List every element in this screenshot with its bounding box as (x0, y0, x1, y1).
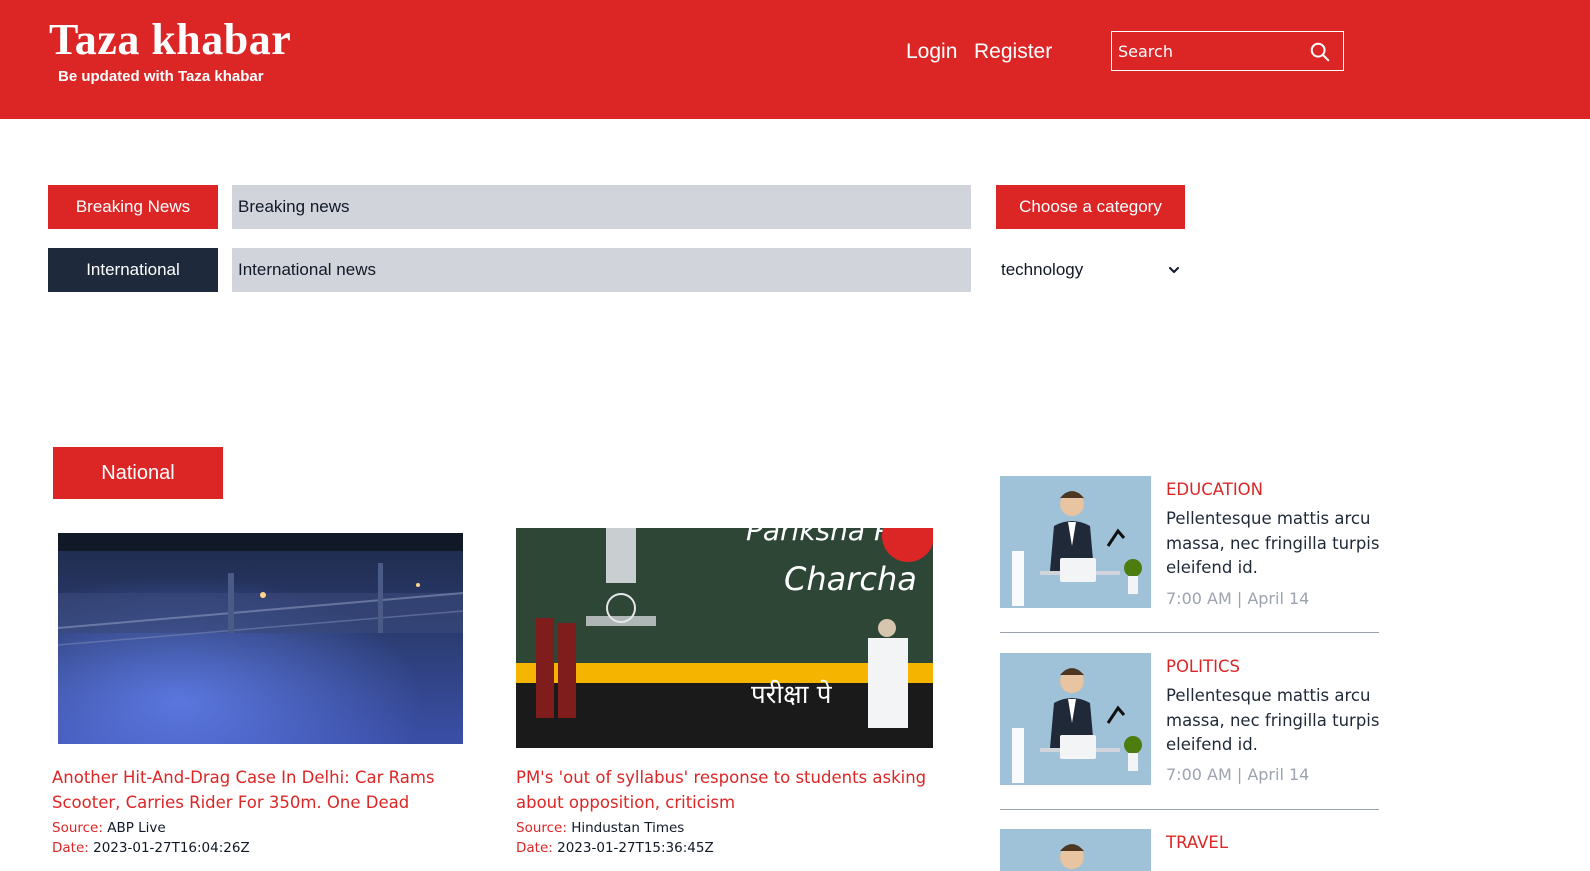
article-image-car-accident[interactable] (58, 533, 463, 744)
article-source: Source: ABP Live (52, 820, 166, 836)
article-date: Date: 2023-01-27T15:36:45Z (516, 840, 714, 856)
breaking-news-label[interactable]: Breaking News (48, 185, 218, 229)
date-label: Date: (52, 840, 89, 856)
article-image-pariksha-pe-charcha[interactable]: Pariksha Pe Charcha परीक्षा पे (516, 528, 933, 748)
choose-category-button[interactable]: Choose a category (996, 185, 1185, 229)
image-caption-line-2: Charcha (784, 560, 917, 598)
person-at-laptop-illustration (1000, 476, 1151, 608)
source-value: ABP Live (107, 820, 166, 836)
search-input[interactable] (1112, 32, 1302, 70)
source-value: Hindustan Times (571, 820, 685, 836)
sidebar-headline[interactable]: Pellentesque mattis arcu massa, nec frin… (1166, 507, 1381, 581)
international-label[interactable]: International (48, 248, 218, 292)
register-link[interactable]: Register (974, 40, 1052, 64)
article-image-illustration: Pariksha Pe Charcha परीक्षा पे (516, 528, 933, 748)
search-box (1111, 31, 1344, 71)
date-label: Date: (516, 840, 553, 856)
national-section-label[interactable]: National (53, 447, 223, 499)
article-source: Source: Hindustan Times (516, 820, 684, 836)
sidebar-thumbnail[interactable] (1000, 653, 1151, 785)
chevron-down-icon (1169, 267, 1179, 273)
search-icon[interactable] (1309, 41, 1331, 63)
person-at-laptop-illustration (1000, 653, 1151, 785)
source-label: Source: (516, 820, 567, 836)
sidebar-headline[interactable]: Pellentesque mattis arcu massa, nec frin… (1166, 684, 1381, 758)
site-logo[interactable]: Taza khabar (49, 14, 291, 65)
sidebar-thumbnail[interactable] (1000, 829, 1151, 871)
date-value: 2023-01-27T15:36:45Z (557, 840, 714, 856)
site-tagline: Be updated with Taza khabar (58, 68, 264, 85)
site-header: Taza khabar Be updated with Taza khabar … (0, 0, 1590, 119)
category-selected-value: technology (1001, 260, 1084, 279)
article-title[interactable]: PM's 'out of syllabus' response to stude… (516, 765, 936, 815)
sidebar-thumbnail[interactable] (1000, 476, 1151, 608)
sidebar-category[interactable]: TRAVEL (1166, 833, 1228, 852)
divider (1000, 632, 1379, 633)
svg-text:परीक्षा पे: परीक्षा पे (751, 679, 833, 710)
login-link[interactable]: Login (906, 40, 957, 64)
breaking-news-ticker[interactable]: Breaking news (232, 185, 971, 229)
sidebar-timestamp: 7:00 AM | April 14 (1166, 589, 1310, 608)
date-value: 2023-01-27T16:04:26Z (93, 840, 250, 856)
category-select[interactable]: technology (996, 252, 1185, 288)
divider (1000, 809, 1379, 810)
source-label: Source: (52, 820, 103, 836)
article-title[interactable]: Another Hit-And-Drag Case In Delhi: Car … (52, 765, 472, 815)
sidebar-timestamp: 7:00 AM | April 14 (1166, 765, 1310, 784)
international-news-ticker[interactable]: International news (232, 248, 971, 292)
sidebar-category[interactable]: EDUCATION (1166, 480, 1263, 499)
article-date: Date: 2023-01-27T16:04:26Z (52, 840, 250, 856)
person-at-laptop-illustration (1000, 829, 1151, 871)
article-image-illustration (58, 533, 463, 744)
sidebar-category[interactable]: POLITICS (1166, 657, 1240, 676)
